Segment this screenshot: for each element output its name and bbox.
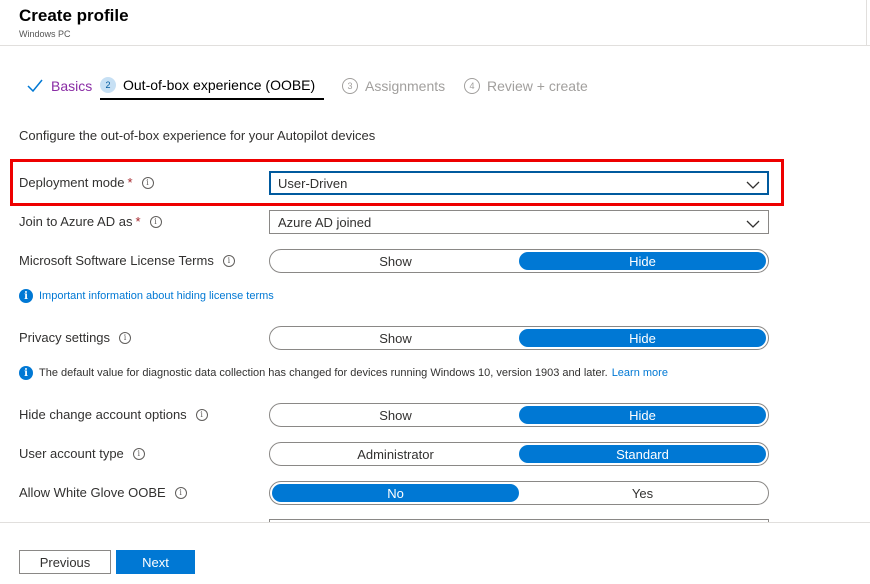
hide-change-account-row: Hide change account options i Show Hide [19, 403, 779, 427]
footer-bar: Previous Next [0, 522, 870, 584]
user-account-type-label: User account type i [19, 446, 145, 461]
deployment-mode-dropdown[interactable]: User-Driven [269, 171, 769, 195]
white-glove-row: Allow White Glove OOBE i No Yes [19, 481, 779, 505]
user-account-type-toggle: Administrator Standard [269, 442, 769, 466]
info-filled-icon: i [19, 289, 33, 303]
step-number-badge: 4 [464, 78, 480, 94]
user-account-administrator-option[interactable]: Administrator [272, 445, 519, 463]
info-filled-icon: i [19, 366, 33, 380]
required-marker: * [135, 214, 141, 229]
chevron-down-icon [746, 178, 760, 193]
deployment-mode-row: Deployment mode * i User-Driven [19, 171, 779, 195]
join-azure-dropdown[interactable]: Azure AD joined [269, 210, 769, 234]
check-icon [27, 79, 43, 93]
white-glove-toggle: No Yes [269, 481, 769, 505]
join-azure-label: Join to Azure AD as * i [19, 214, 162, 229]
hide-change-account-show-option[interactable]: Show [272, 406, 519, 424]
info-icon[interactable]: i [119, 331, 132, 344]
white-glove-yes-option[interactable]: Yes [519, 484, 766, 502]
privacy-label: Privacy settings i [19, 330, 132, 345]
privacy-hide-option[interactable]: Hide [519, 329, 766, 347]
hide-change-account-hide-option[interactable]: Hide [519, 406, 766, 424]
page-subtitle: Windows PC [19, 29, 71, 39]
info-icon[interactable]: i [174, 486, 187, 499]
white-glove-label: Allow White Glove OOBE i [19, 485, 187, 500]
tab-basics[interactable]: Basics [27, 72, 92, 100]
user-account-standard-option[interactable]: Standard [519, 445, 766, 463]
join-azure-row: Join to Azure AD as * i Azure AD joined [19, 210, 779, 234]
page-title: Create profile [19, 6, 129, 25]
license-terms-show-option[interactable]: Show [272, 252, 519, 270]
license-terms-label: Microsoft Software License Terms i [19, 253, 235, 268]
tab-assignments-label: Assignments [365, 78, 446, 94]
diagnostic-info-note: i The default value for diagnostic data … [19, 366, 668, 380]
header-divider [866, 0, 867, 46]
info-icon[interactable]: i [195, 408, 208, 421]
step-number-badge: 3 [342, 78, 358, 94]
learn-more-link[interactable]: Learn more [612, 367, 668, 379]
tab-basics-label: Basics [51, 78, 93, 94]
tab-review-create-label: Review + create [487, 78, 588, 94]
blade-header: Create profile Windows PC [0, 0, 870, 46]
tab-review-create[interactable]: 4 Review + create [464, 72, 588, 100]
info-icon[interactable]: i [149, 215, 162, 228]
step-number-badge: 2 [100, 77, 116, 93]
wizard-tabs: Basics 2 Out-of-box experience (OOBE) 3 … [19, 72, 619, 100]
license-info-note: i Important information about hiding lic… [19, 289, 274, 303]
intro-text: Configure the out-of-box experience for … [19, 128, 376, 143]
license-info-link[interactable]: Important information about hiding licen… [39, 290, 274, 302]
tab-oobe[interactable]: 2 Out-of-box experience (OOBE) [100, 72, 325, 100]
info-icon[interactable]: i [141, 176, 154, 189]
required-marker: * [127, 175, 133, 190]
license-terms-toggle: Show Hide [269, 249, 769, 273]
privacy-toggle: Show Hide [269, 326, 769, 350]
license-terms-hide-option[interactable]: Hide [519, 252, 766, 270]
white-glove-no-option[interactable]: No [272, 484, 519, 502]
tab-oobe-label: Out-of-box experience (OOBE) [123, 77, 316, 93]
license-terms-row: Microsoft Software License Terms i Show … [19, 249, 779, 273]
deployment-mode-label: Deployment mode * i [19, 175, 154, 190]
privacy-row: Privacy settings i Show Hide [19, 326, 779, 350]
tab-assignments[interactable]: 3 Assignments [342, 72, 445, 100]
chevron-down-icon [746, 217, 760, 232]
hide-change-account-toggle: Show Hide [269, 403, 769, 427]
info-icon[interactable]: i [222, 254, 235, 267]
info-icon[interactable]: i [132, 447, 145, 460]
diagnostic-info-text: The default value for diagnostic data co… [39, 367, 608, 379]
next-button[interactable]: Next [116, 550, 195, 574]
deployment-mode-value: User-Driven [278, 175, 348, 191]
user-account-type-row: User account type i Administrator Standa… [19, 442, 779, 466]
join-azure-value: Azure AD joined [278, 214, 372, 230]
privacy-show-option[interactable]: Show [272, 329, 519, 347]
hide-change-account-label: Hide change account options i [19, 407, 208, 422]
previous-button[interactable]: Previous [19, 550, 111, 574]
